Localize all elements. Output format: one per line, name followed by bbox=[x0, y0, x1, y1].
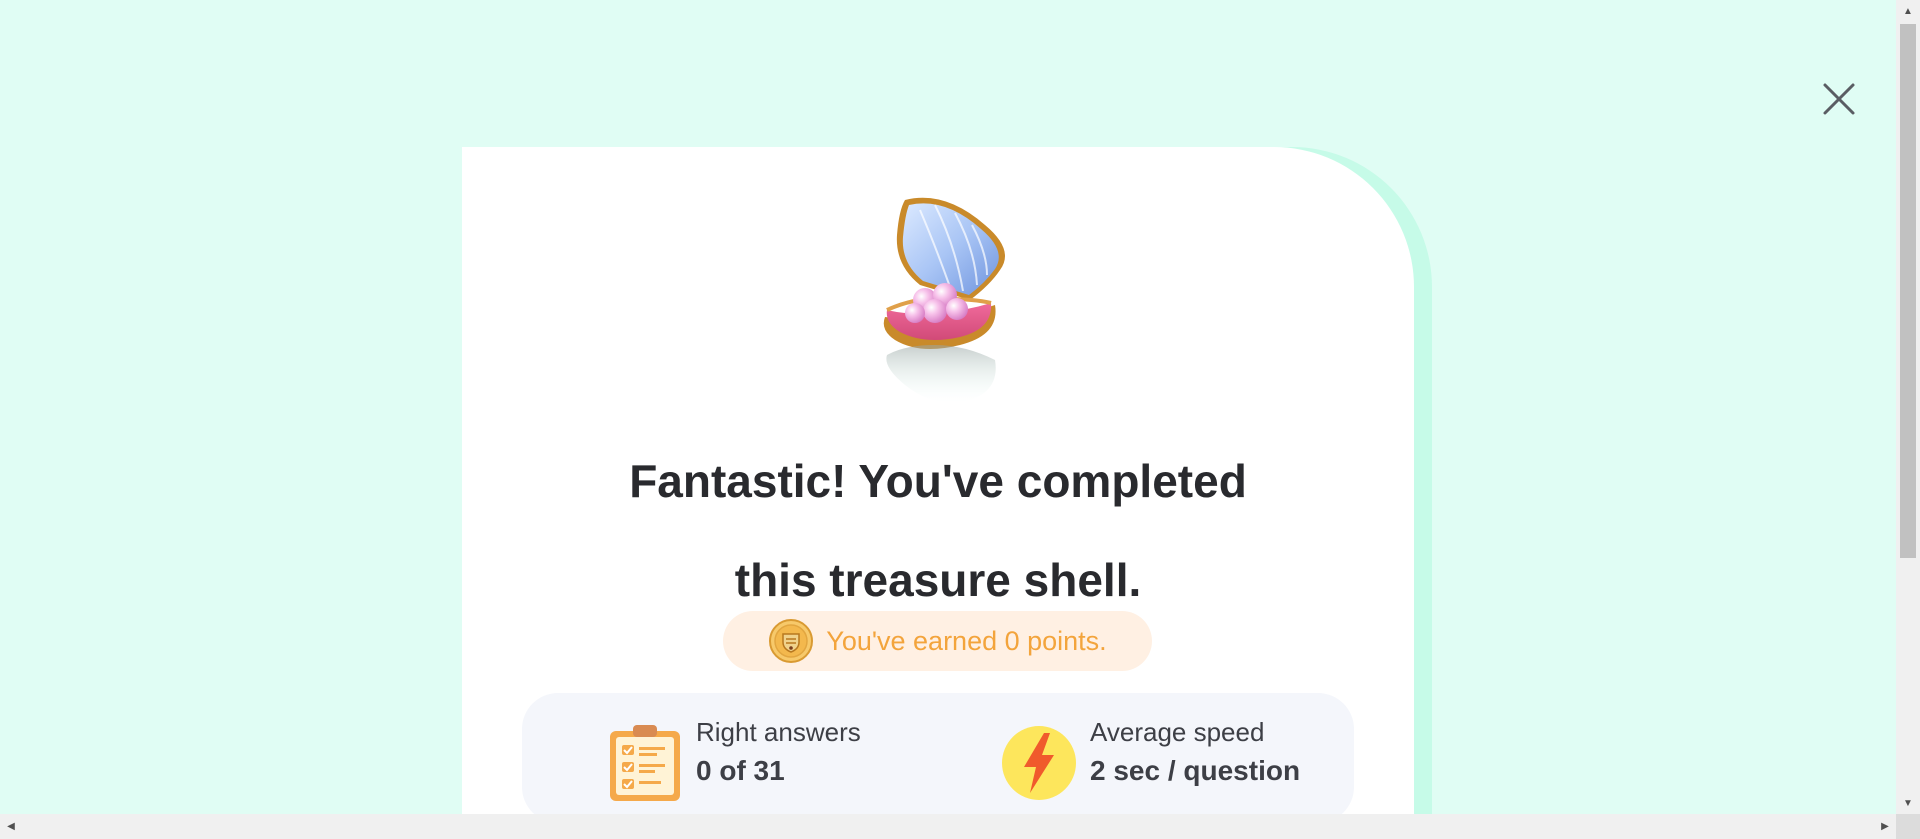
headline-line-1: Fantastic! You've completed bbox=[629, 455, 1247, 507]
points-earned-badge: You've earned 0 points. bbox=[723, 611, 1152, 671]
horizontal-scrollbar[interactable]: ◀ ▶ bbox=[0, 814, 1896, 839]
coin-icon bbox=[769, 619, 814, 663]
headline-line-2: this treasure shell. bbox=[734, 554, 1142, 606]
stats-panel: Right answers 0 of 31 Average speed 2 se… bbox=[522, 693, 1354, 814]
scroll-right-arrow-icon[interactable]: ▶ bbox=[1874, 814, 1896, 839]
close-button[interactable] bbox=[1822, 82, 1856, 116]
lightning-bolt-icon bbox=[1002, 726, 1076, 800]
page-viewport: Fantastic! You've completed this treasur… bbox=[0, 0, 1896, 814]
stat-average-speed-text: Average speed 2 sec / question bbox=[1090, 715, 1300, 793]
stat-right-answers-value: 0 of 31 bbox=[696, 755, 785, 786]
close-icon bbox=[1823, 83, 1855, 115]
vertical-scrollbar[interactable]: ▲ ▼ bbox=[1896, 0, 1920, 814]
scroll-left-arrow-icon[interactable]: ◀ bbox=[0, 814, 22, 839]
stat-right-answers-text: Right answers 0 of 31 bbox=[696, 715, 861, 793]
stat-right-answers-label: Right answers bbox=[696, 717, 861, 747]
scrollbar-corner bbox=[1896, 814, 1920, 839]
points-earned-text: You've earned 0 points. bbox=[826, 625, 1107, 656]
scroll-up-arrow-icon[interactable]: ▲ bbox=[1896, 0, 1920, 22]
stat-right-answers: Right answers 0 of 31 bbox=[606, 715, 861, 803]
vertical-scrollbar-thumb[interactable] bbox=[1900, 24, 1916, 558]
stat-average-speed-value: 2 sec / question bbox=[1090, 755, 1301, 786]
completion-headline: Fantastic! You've completed this treasur… bbox=[462, 432, 1414, 630]
treasure-shell-illustration bbox=[883, 197, 1005, 403]
clipboard-checklist-icon bbox=[610, 725, 680, 801]
scroll-down-arrow-icon[interactable]: ▼ bbox=[1896, 792, 1920, 814]
stat-average-speed: Average speed 2 sec / question bbox=[1000, 715, 1300, 803]
stat-average-speed-label: Average speed bbox=[1090, 717, 1265, 747]
